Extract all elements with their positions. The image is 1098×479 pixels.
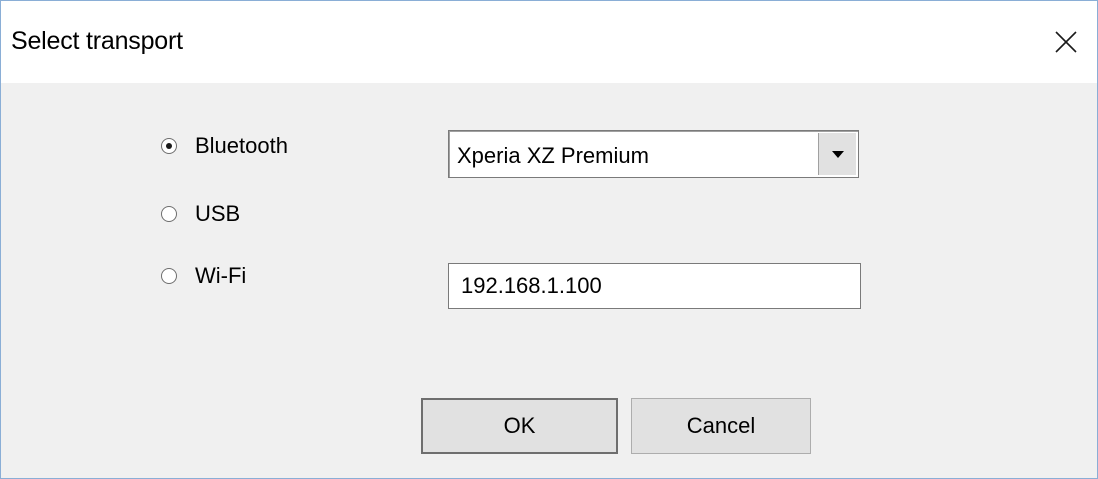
close-button[interactable] [1043,19,1089,65]
radio-button[interactable] [161,138,177,154]
radio-button[interactable] [161,206,177,222]
radio-button[interactable] [161,268,177,284]
select-transport-dialog: Select transport Bluetooth USB Wi-Fi Xpe… [0,0,1098,479]
bluetooth-device-dropdown[interactable]: Xperia XZ Premium [448,130,859,178]
ok-button[interactable]: OK [421,398,618,454]
radio-usb-label: USB [195,201,241,226]
cancel-button[interactable]: Cancel [631,398,811,454]
radio-wifi-label: Wi-Fi [195,263,247,288]
chevron-down-icon [831,150,844,158]
radio-usb[interactable]: USB [161,201,240,227]
radio-wifi[interactable]: Wi-Fi [161,263,246,289]
radio-selected-dot [166,143,172,149]
close-icon [1055,31,1077,53]
wifi-address-field[interactable] [448,263,861,309]
radio-bluetooth[interactable]: Bluetooth [161,133,288,159]
title-bar: Select transport [1,1,1097,83]
dialog-title: Select transport [11,27,183,55]
dropdown-arrow-button[interactable] [818,133,856,175]
dropdown-selected-value: Xperia XZ Premium [457,143,649,168]
radio-bluetooth-label: Bluetooth [195,133,288,158]
